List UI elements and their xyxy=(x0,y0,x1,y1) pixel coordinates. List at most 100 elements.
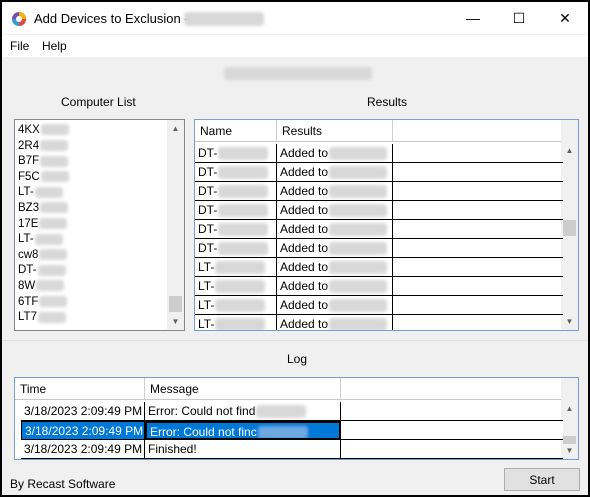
scroll-up-icon[interactable]: ▲ xyxy=(167,120,184,137)
computer-name: 4KX xyxy=(18,124,40,136)
redacted-text xyxy=(215,261,266,275)
computer-name: DT- xyxy=(18,264,37,277)
computer-name: 8W xyxy=(18,280,36,292)
list-item[interactable]: B7F xyxy=(18,155,69,170)
log-row[interactable]: 3/18/2023 2:09:49 PM Finished! xyxy=(15,440,563,459)
computer-name: LT- xyxy=(18,186,34,199)
log-row[interactable]: 3/18/2023 2:09:49 PM Error: Could not fin… xyxy=(15,421,563,440)
list-item[interactable]: BZ3 xyxy=(18,202,69,217)
table-row[interactable]: DT- Added to xyxy=(195,163,563,182)
redacted-text xyxy=(218,204,269,218)
empty-cell xyxy=(393,258,563,277)
table-row[interactable]: LT- Added to xyxy=(195,296,563,315)
empty-cell xyxy=(341,402,563,421)
table-row[interactable]: DT- Added to xyxy=(195,201,563,220)
computer-list[interactable]: LT7 6TF 8W DT-cw8 LT- 17E BZ3 LT- F5C B7F 2R4 4KX ▲… xyxy=(14,119,185,331)
table-row[interactable]: DT- Added to xyxy=(195,144,563,163)
list-item[interactable]: cw8 xyxy=(18,249,68,264)
redacted-text xyxy=(256,405,307,419)
result-cell: Added to xyxy=(277,182,393,201)
empty-cell xyxy=(393,163,563,182)
redacted-text xyxy=(39,296,68,308)
table-row[interactable]: DT- Added to xyxy=(195,182,563,201)
list-item[interactable]: 2R4 xyxy=(18,139,69,155)
scroll-thumb[interactable] xyxy=(563,220,576,236)
close-button[interactable]: ✕ xyxy=(542,2,588,34)
log-grid[interactable]: Time Message ▲ ▼ 3/18/2023 2:09:49 PM Err… xyxy=(14,377,579,460)
result-text: Added to xyxy=(280,317,329,331)
column-results-header[interactable]: Results xyxy=(277,120,393,142)
log-label: Log xyxy=(287,352,308,366)
message-text: Error: Could not finc xyxy=(150,425,257,439)
result-cell: Added to xyxy=(277,239,393,258)
redacted-text xyxy=(40,140,69,152)
minimize-button[interactable]: — xyxy=(450,2,496,34)
start-button[interactable]: Start xyxy=(504,468,580,491)
redacted-text xyxy=(218,223,269,237)
credit-text: By Recast Software xyxy=(10,477,116,491)
table-row[interactable]: DT- Added to xyxy=(195,220,563,239)
maximize-button[interactable]: ☐ xyxy=(496,2,542,34)
list-item[interactable]: 17E xyxy=(18,217,68,233)
menu-help[interactable]: Help xyxy=(42,39,67,53)
computer-name: 17E xyxy=(18,217,39,230)
scroll-up-icon[interactable]: ▲ xyxy=(561,400,578,417)
name-cell: LT- xyxy=(195,315,277,330)
menu-file[interactable]: File xyxy=(10,39,29,53)
scroll-down-icon[interactable]: ▼ xyxy=(561,442,578,459)
computer-name: 2R4 xyxy=(18,139,40,152)
result-text: Added to xyxy=(280,298,329,312)
device-name: DT- xyxy=(198,146,218,160)
list-item[interactable]: 4KX xyxy=(18,124,69,139)
list-item[interactable]: DT- xyxy=(18,264,66,279)
scroll-up-icon[interactable]: ▲ xyxy=(561,142,578,159)
list-item[interactable]: LT- xyxy=(18,186,63,201)
close-icon: ✕ xyxy=(559,9,571,26)
list-item[interactable]: F5C xyxy=(18,171,69,186)
minimize-icon: — xyxy=(466,10,480,26)
title-bar: Add Devices to Exclusion - — ☐ ✕ xyxy=(2,2,588,34)
computer-list-scrollbar[interactable]: ▲ ▼ xyxy=(167,120,184,330)
column-message-header[interactable]: Message xyxy=(145,378,341,400)
column-name-header[interactable]: Name xyxy=(195,120,277,142)
device-name: DT- xyxy=(198,241,218,255)
computer-name: F5C xyxy=(18,170,40,183)
result-cell: Added to xyxy=(277,201,393,220)
redacted-text xyxy=(329,185,388,199)
result-text: Added to xyxy=(280,146,329,160)
log-scrollbar[interactable]: ▲ ▼ xyxy=(561,378,578,459)
app-logo-icon xyxy=(12,12,26,26)
redacted-text xyxy=(218,185,269,199)
list-item[interactable]: 6TF xyxy=(18,295,68,311)
section-divider xyxy=(2,340,588,341)
list-item[interactable]: 8W xyxy=(18,280,65,295)
table-row[interactable]: DT- Added to xyxy=(195,239,563,258)
table-row[interactable]: LT- Added to xyxy=(195,258,563,277)
computer-list-label: Computer List xyxy=(61,95,136,109)
redacted-text xyxy=(329,242,388,256)
table-row[interactable]: LT- Added to xyxy=(195,277,563,296)
column-time-header[interactable]: Time xyxy=(15,378,145,400)
empty-cell xyxy=(393,182,563,201)
empty-cell xyxy=(393,201,563,220)
list-item[interactable]: LT- xyxy=(18,233,63,248)
scroll-thumb[interactable] xyxy=(169,296,182,312)
results-grid[interactable]: Name Results ▲ ▼ DT- Added to DT- Added to D… xyxy=(194,119,579,331)
list-item[interactable]: LT7 xyxy=(18,311,66,326)
results-scrollbar[interactable]: ▲ ▼ xyxy=(561,120,578,330)
scroll-down-icon[interactable]: ▼ xyxy=(561,313,578,330)
result-cell: Added to xyxy=(277,277,393,296)
log-row[interactable]: 3/18/2023 2:09:49 PM Error: Could not fin… xyxy=(15,402,563,421)
maximize-icon: ☐ xyxy=(512,9,526,26)
result-text: Added to xyxy=(280,203,329,217)
redacted-text xyxy=(329,166,388,180)
table-row[interactable]: LT- Added to xyxy=(195,315,563,331)
redacted-text xyxy=(39,218,68,230)
window-title: Add Devices to Exclusion - xyxy=(34,11,189,26)
result-text: Added to xyxy=(280,241,329,255)
redacted-text xyxy=(218,242,269,256)
computer-name: 6TF xyxy=(18,295,39,308)
result-text: Added to xyxy=(280,279,329,293)
scroll-down-icon[interactable]: ▼ xyxy=(167,313,184,330)
message-cell: Finished! xyxy=(145,440,341,459)
